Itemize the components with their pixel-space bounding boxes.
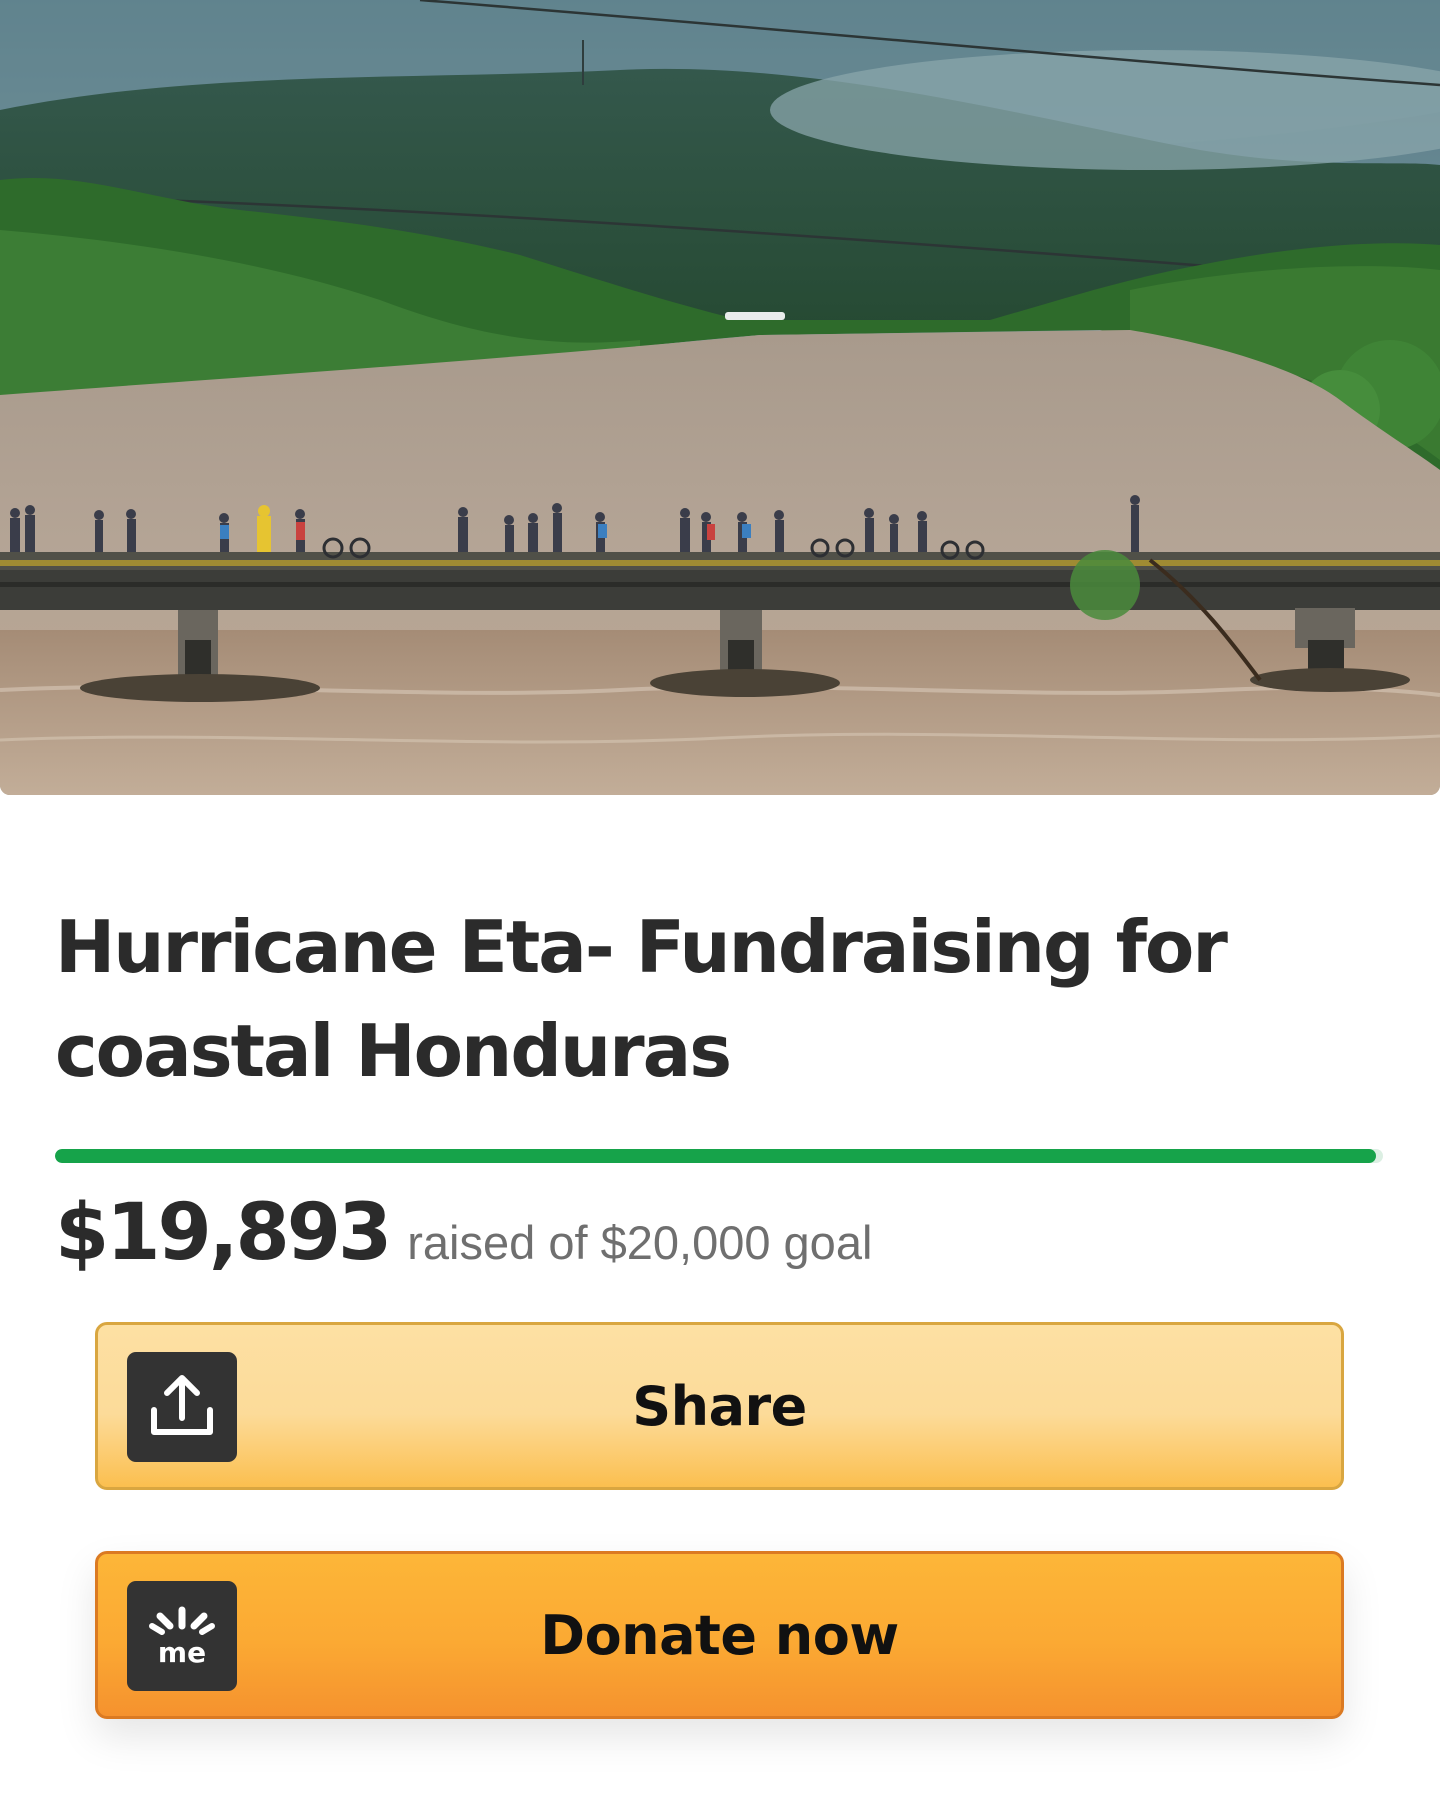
fundraising-stats: $19,893 raised of $20,000 goal	[55, 1188, 872, 1278]
share-button-label: Share	[632, 1374, 807, 1438]
goal-text: raised of $20,000 goal	[407, 1216, 873, 1269]
campaign-hero-image	[0, 0, 1440, 795]
campaign-title: Hurricane Eta- Fundraising for coastal H…	[55, 905, 1228, 1093]
raised-amount: $19,893	[55, 1188, 392, 1278]
gofundme-logo-icon: me	[127, 1581, 237, 1691]
share-upload-icon	[127, 1352, 237, 1462]
progress-bar-fill	[55, 1149, 1377, 1163]
progress-bar	[55, 1149, 1383, 1163]
gofundme-logo-text: me	[158, 1636, 206, 1668]
flooded-river-bridge-photo	[0, 0, 1440, 795]
donate-now-button[interactable]: me Donate now	[95, 1551, 1344, 1719]
share-button[interactable]: Share	[95, 1322, 1344, 1490]
donate-button-label: Donate now	[540, 1603, 899, 1667]
